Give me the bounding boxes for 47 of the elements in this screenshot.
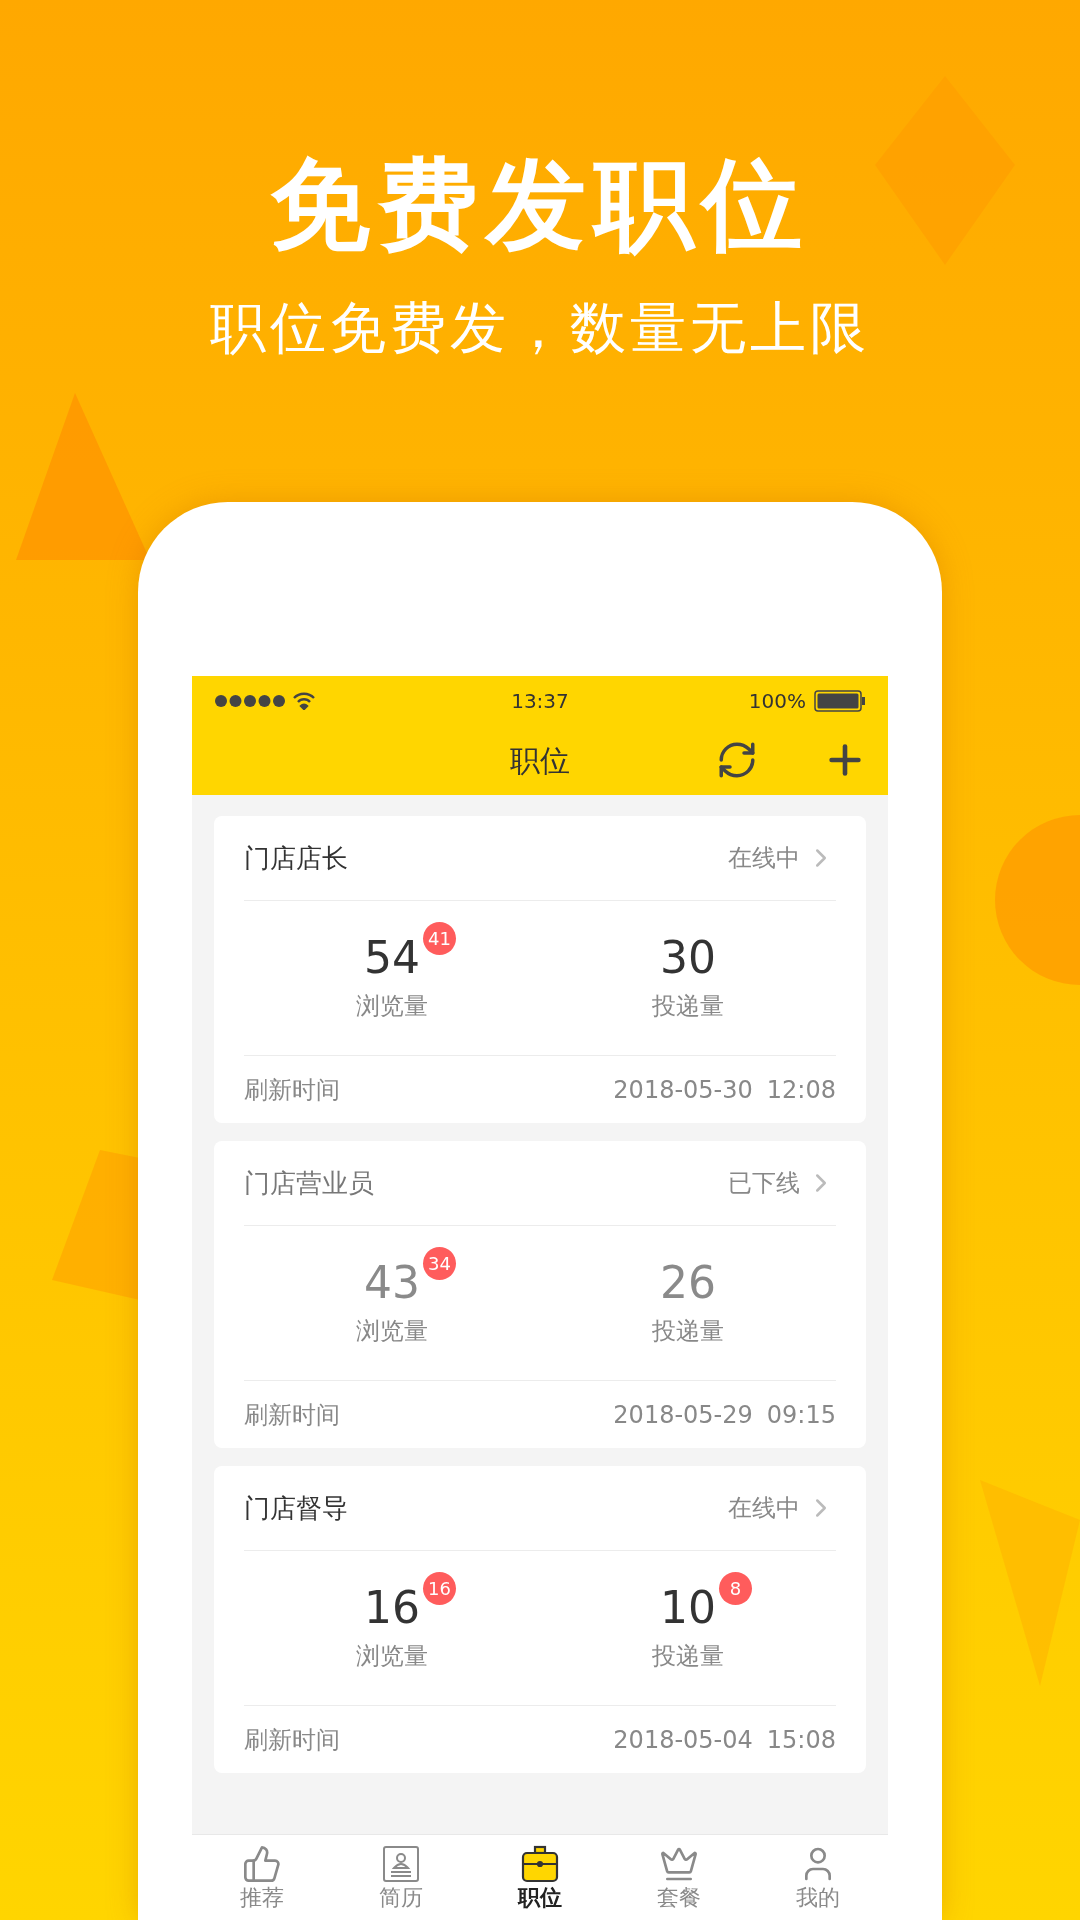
stat-label: 投递量 xyxy=(652,991,724,1022)
tab-item[interactable]: 套餐 xyxy=(609,1835,749,1920)
count-badge: 16 xyxy=(423,1572,456,1605)
subheadline: 职位免费发，数量无上限 xyxy=(210,295,870,361)
tab-item[interactable]: 简历 xyxy=(331,1835,471,1920)
tab-item[interactable]: 职位 xyxy=(470,1835,610,1920)
thumbs-up-icon xyxy=(241,1843,282,1884)
job-status: 已下线 xyxy=(728,1168,800,1199)
refresh-label: 刷新时间 xyxy=(244,1074,340,1106)
briefcase-icon xyxy=(520,1843,560,1884)
job-title: 门店督导 xyxy=(244,1491,348,1525)
job-status: 在线中 xyxy=(728,1493,800,1524)
battery-percent: 100% xyxy=(748,687,806,715)
stat-value: 30 xyxy=(660,932,716,983)
profile-card-icon xyxy=(380,1843,421,1884)
job-title: 门店营业员 xyxy=(244,1166,374,1200)
refresh-label: 刷新时间 xyxy=(244,1724,340,1756)
stat-label: 浏览量 xyxy=(356,1316,428,1347)
nav-title: 职位 xyxy=(510,741,570,780)
job-title: 门店店长 xyxy=(244,841,348,875)
refresh-date: 2018-05-04 xyxy=(613,1724,753,1756)
count-badge: 41 xyxy=(423,922,456,955)
status-time: 13:37 xyxy=(511,687,569,715)
refresh-time: 12:08 xyxy=(766,1074,836,1106)
stat-label: 浏览量 xyxy=(356,991,428,1022)
refresh-label: 刷新时间 xyxy=(244,1399,340,1431)
wifi-icon xyxy=(292,691,316,710)
tab-item[interactable]: 我的 xyxy=(748,1835,888,1920)
stat-value: 54 xyxy=(364,932,420,983)
stat-value: 10 xyxy=(660,1582,716,1633)
refresh-date: 2018-05-29 xyxy=(613,1399,753,1431)
count-badge: 34 xyxy=(423,1247,456,1280)
headline: 免费发职位 xyxy=(270,150,810,260)
stat-value: 16 xyxy=(364,1582,420,1633)
stat-value: 26 xyxy=(660,1257,716,1308)
count-badge: 8 xyxy=(719,1572,752,1605)
stat-value: 43 xyxy=(364,1257,420,1308)
battery-icon xyxy=(814,689,866,712)
refresh-time: 09:15 xyxy=(766,1399,836,1431)
stat-label: 投递量 xyxy=(652,1316,724,1347)
tab-item[interactable]: 推荐 xyxy=(192,1835,332,1920)
refresh-date: 2018-05-30 xyxy=(613,1074,753,1106)
refresh-time: 15:08 xyxy=(766,1724,836,1756)
stat-label: 浏览量 xyxy=(356,1641,428,1672)
stat-label: 投递量 xyxy=(652,1641,724,1672)
signal-icon xyxy=(214,693,286,708)
job-status: 在线中 xyxy=(728,843,800,874)
